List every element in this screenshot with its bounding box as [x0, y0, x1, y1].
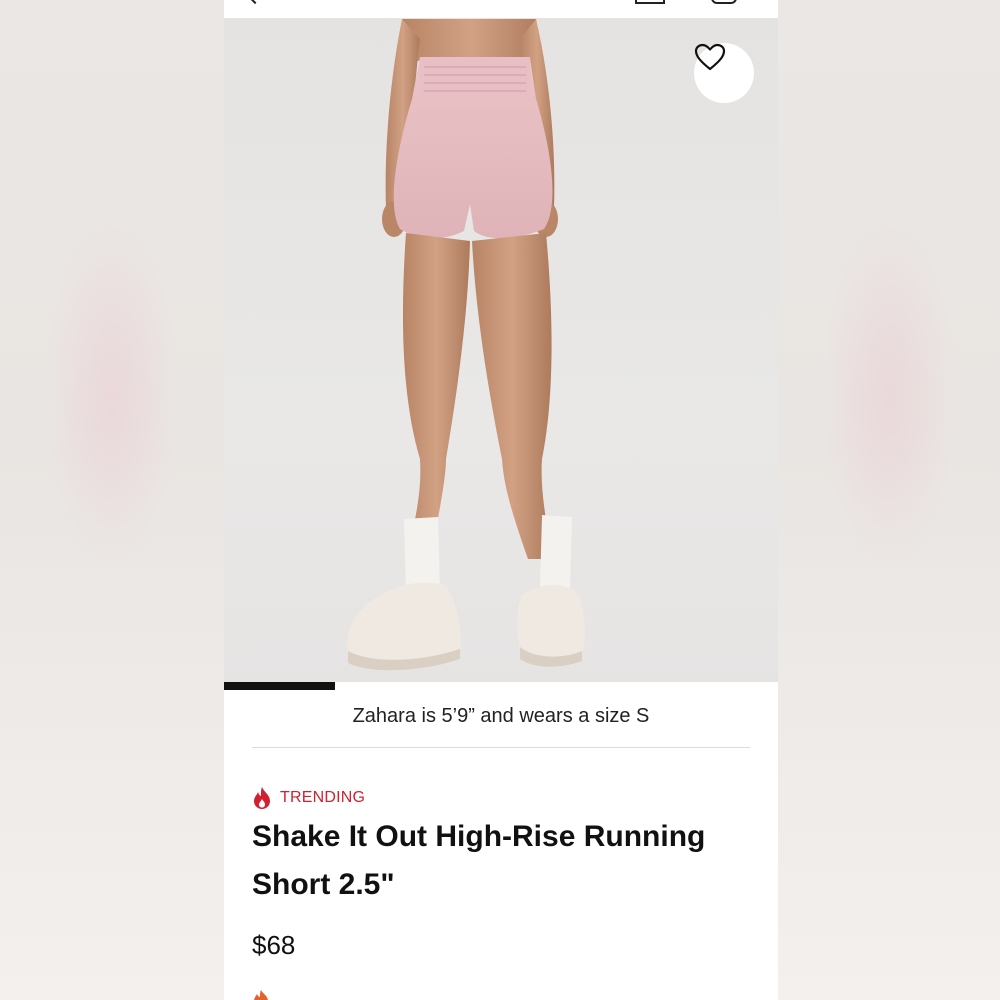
wishlist-button[interactable]	[694, 43, 754, 103]
product-photo	[347, 19, 585, 671]
carousel-progress-fill	[224, 682, 335, 690]
flame-icon	[254, 990, 268, 1000]
product-title: Shake It Out High-Rise Running Short 2.5…	[252, 820, 706, 901]
heart-outline-icon	[694, 43, 726, 71]
image-carousel-progress	[224, 682, 778, 690]
bag-icon[interactable]	[635, 0, 665, 4]
blurred-backdrop-right	[778, 0, 1000, 1000]
badge-label: TRENDING	[280, 789, 366, 806]
product-page: Zahara is 5’9” and wears a size S TRENDI…	[224, 0, 778, 1000]
back-chevron-icon[interactable]	[247, 0, 263, 5]
blurred-backdrop-left	[0, 0, 224, 1000]
divider	[252, 747, 750, 748]
top-navigation-bar	[224, 0, 778, 19]
model-size-caption: Zahara is 5’9” and wears a size S	[352, 705, 650, 727]
product-image[interactable]	[224, 19, 778, 690]
flame-icon	[254, 787, 270, 809]
product-price: $68	[252, 930, 296, 960]
account-icon[interactable]	[711, 0, 737, 4]
trending-badge: TRENDING	[252, 786, 365, 810]
